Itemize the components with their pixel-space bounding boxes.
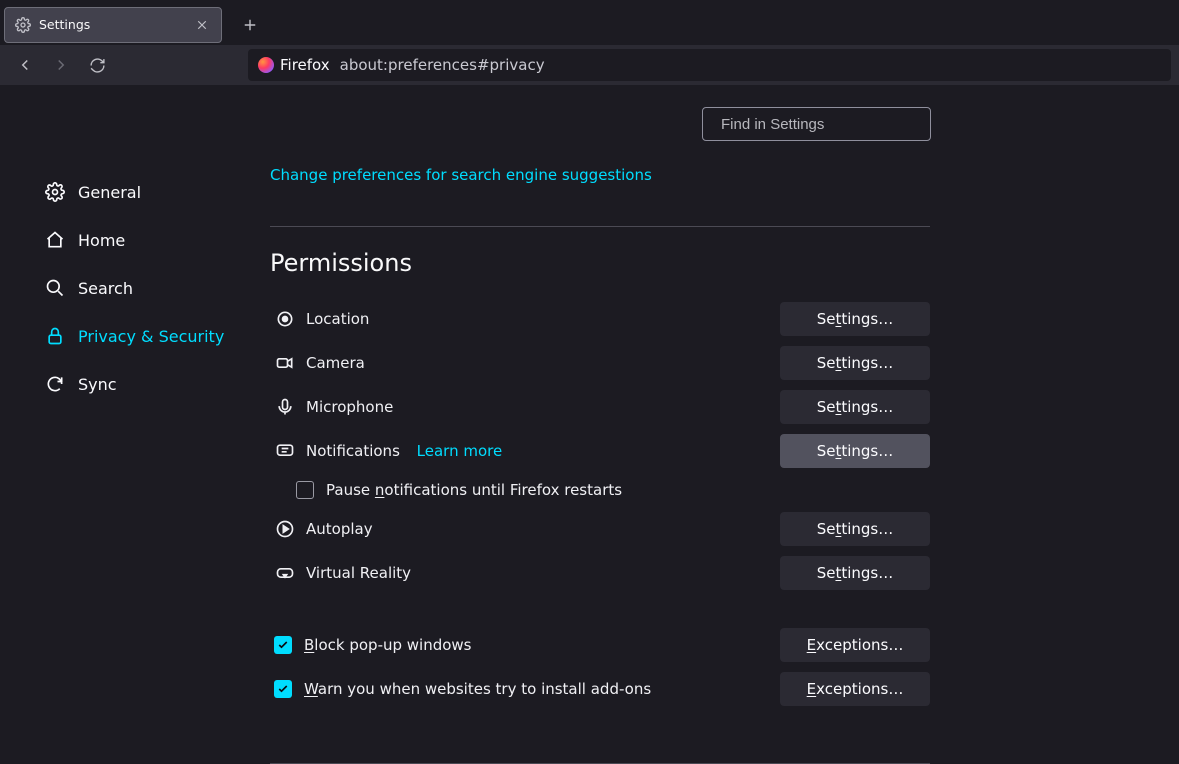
url-identity-label: Firefox — [280, 56, 330, 74]
divider — [270, 226, 930, 227]
sidebar-item-home[interactable]: Home — [44, 218, 235, 262]
permission-label: Notifications Learn more — [306, 442, 774, 460]
sidebar-label: Sync — [78, 375, 117, 394]
refresh-button[interactable] — [80, 48, 114, 82]
firefox-identity: Firefox — [258, 56, 330, 74]
permission-row-location: Location Settings… — [270, 297, 930, 341]
browser-tab-settings[interactable]: Settings — [4, 7, 222, 43]
url-bar[interactable]: Firefox about:preferences#privacy — [248, 49, 1171, 81]
settings-search-field[interactable] — [702, 107, 931, 141]
warn-addons-label: Warn you when websites try to install ad… — [304, 680, 774, 698]
permission-label: Virtual Reality — [306, 564, 774, 582]
block-popups-label: Block pop-up windows — [304, 636, 774, 654]
lock-icon — [44, 325, 66, 347]
sidebar-label: General — [78, 183, 141, 202]
settings-main: Change preferences for search engine sug… — [235, 85, 1179, 750]
home-icon — [44, 229, 66, 251]
pause-notifications-row: Pause notifications until Firefox restar… — [270, 473, 930, 507]
tab-close-button[interactable] — [193, 16, 211, 34]
pause-notifications-checkbox[interactable] — [296, 481, 314, 499]
sidebar-label: Home — [78, 231, 125, 250]
warn-addons-checkbox[interactable] — [274, 680, 292, 698]
tab-title: Settings — [39, 17, 185, 32]
permission-label: Camera — [306, 354, 774, 372]
gear-icon — [44, 181, 66, 203]
notifications-settings-button[interactable]: Settings… — [780, 434, 930, 468]
camera-icon — [274, 352, 296, 374]
search-icon — [44, 277, 66, 299]
sync-icon — [44, 373, 66, 395]
sidebar-label: Privacy & Security — [78, 327, 224, 346]
permission-label: Location — [306, 310, 774, 328]
pause-notifications-label: Pause notifications until Firefox restar… — [326, 481, 622, 499]
permission-row-vr: Virtual Reality Settings… — [270, 551, 930, 595]
block-popups-row: Block pop-up windows Exceptions… — [270, 623, 930, 667]
back-button[interactable] — [8, 48, 42, 82]
settings-sidebar: General Home Search Privacy & Security S… — [0, 85, 235, 750]
forward-button[interactable] — [44, 48, 78, 82]
camera-settings-button[interactable]: Settings… — [780, 346, 930, 380]
settings-content: General Home Search Privacy & Security S… — [0, 85, 1179, 750]
sidebar-item-search[interactable]: Search — [44, 266, 235, 310]
warn-addons-row: Warn you when websites try to install ad… — [270, 667, 930, 711]
settings-search-input[interactable] — [721, 116, 920, 133]
permission-row-autoplay: Autoplay Settings… — [270, 507, 930, 551]
permissions-heading: Permissions — [270, 249, 930, 277]
warn-addons-exceptions-button[interactable]: Exceptions… — [780, 672, 930, 706]
block-popups-checkbox[interactable] — [274, 636, 292, 654]
location-icon — [274, 308, 296, 330]
vr-icon — [274, 562, 296, 584]
microphone-settings-button[interactable]: Settings… — [780, 390, 930, 424]
permission-row-notifications: Notifications Learn more Settings… — [270, 429, 930, 473]
location-settings-button[interactable]: Settings… — [780, 302, 930, 336]
autoplay-settings-button[interactable]: Settings… — [780, 512, 930, 546]
notifications-learn-more-link[interactable]: Learn more — [417, 442, 503, 460]
permission-label: Autoplay — [306, 520, 774, 538]
new-tab-button[interactable] — [236, 11, 264, 39]
search-suggestions-link[interactable]: Change preferences for search engine sug… — [270, 166, 652, 184]
nav-toolbar: Firefox about:preferences#privacy — [0, 45, 1179, 85]
block-popups-exceptions-button[interactable]: Exceptions… — [780, 628, 930, 662]
notifications-icon — [274, 440, 296, 462]
permission-label: Microphone — [306, 398, 774, 416]
microphone-icon — [274, 396, 296, 418]
permission-row-microphone: Microphone Settings… — [270, 385, 930, 429]
permission-row-camera: Camera Settings… — [270, 341, 930, 385]
tab-bar: Settings — [0, 0, 1179, 45]
sidebar-item-privacy[interactable]: Privacy & Security — [44, 314, 235, 358]
firefox-logo-icon — [258, 57, 274, 73]
vr-settings-button[interactable]: Settings… — [780, 556, 930, 590]
sidebar-item-general[interactable]: General — [44, 170, 235, 214]
sidebar-item-sync[interactable]: Sync — [44, 362, 235, 406]
sidebar-label: Search — [78, 279, 133, 298]
url-path: about:preferences#privacy — [340, 56, 545, 74]
gear-icon — [15, 17, 31, 33]
autoplay-icon — [274, 518, 296, 540]
